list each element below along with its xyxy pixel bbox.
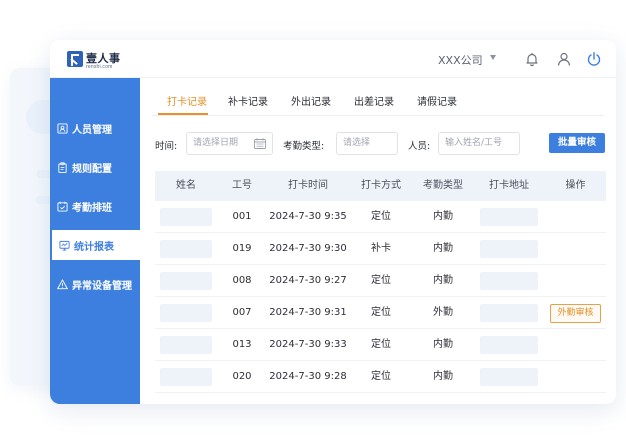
name-placeholder bbox=[160, 272, 212, 290]
header-clock-address: 打卡地址 bbox=[489, 180, 529, 191]
cell-employee-id: 008 bbox=[232, 275, 252, 286]
cell-attendance-type: 内勤 bbox=[433, 211, 453, 222]
header-employee-id: 工号 bbox=[232, 180, 252, 191]
batch-review-button[interactable]: 批量审核 bbox=[549, 133, 605, 153]
time-label: 时间: bbox=[155, 141, 178, 152]
brand-domain: renshi.com bbox=[86, 64, 113, 70]
name-placeholder bbox=[160, 240, 212, 258]
cell-clock-method: 定位 bbox=[371, 371, 391, 382]
tab-divider bbox=[152, 115, 604, 116]
sidebar-item-scheduling[interactable]: 考勤排班 bbox=[50, 191, 140, 221]
attendance-type-label: 考勤类型: bbox=[283, 141, 325, 152]
header-attendance-type: 考勤类型 bbox=[423, 180, 463, 191]
header-name: 姓名 bbox=[176, 180, 196, 191]
warning-icon bbox=[57, 278, 68, 289]
table-row[interactable]: 007 2024-7-30 9:31 定位 外勤 外勤审核 bbox=[155, 297, 606, 329]
cell-employee-id: 007 bbox=[232, 307, 252, 318]
cell-employee-id: 020 bbox=[232, 371, 252, 382]
sidebar-item-label: 统计报表 bbox=[74, 241, 114, 253]
name-placeholder bbox=[160, 336, 212, 354]
cell-attendance-type: 外勤 bbox=[433, 307, 453, 318]
sidebar-item-label: 规则配置 bbox=[72, 163, 112, 175]
address-placeholder bbox=[480, 304, 538, 322]
cell-employee-id: 013 bbox=[232, 339, 252, 350]
clipboard-icon bbox=[58, 161, 67, 173]
cell-attendance-type: 内勤 bbox=[433, 339, 453, 350]
user-icon[interactable] bbox=[556, 51, 572, 67]
tab-supplement-records[interactable]: 补卡记录 bbox=[228, 93, 268, 108]
app-window: 壹人事 renshi.com XXX公司 人员管理 规则配置 考勤排班 统计报表… bbox=[50, 40, 616, 404]
table-row[interactable]: 008 2024-7-30 9:27 定位 内勤 bbox=[155, 265, 606, 297]
sidebar-item-reports[interactable]: 统计报表 bbox=[52, 230, 140, 260]
calendar-check-icon bbox=[57, 201, 68, 212]
tab-leave-records[interactable]: 请假记录 bbox=[417, 93, 457, 108]
address-placeholder bbox=[480, 272, 538, 290]
sidebar-item-label: 考勤排班 bbox=[72, 202, 112, 214]
top-bar: 壹人事 renshi.com XXX公司 bbox=[50, 40, 616, 78]
calendar-icon[interactable] bbox=[254, 138, 266, 149]
cell-attendance-type: 内勤 bbox=[433, 243, 453, 254]
date-picker-input[interactable]: 请选择日期 bbox=[186, 132, 273, 155]
sidebar: 人员管理 规则配置 考勤排班 统计报表 异常设备管理 bbox=[50, 78, 140, 404]
address-placeholder bbox=[480, 208, 538, 226]
chevron-down-icon[interactable] bbox=[490, 55, 496, 60]
cell-clock-method: 定位 bbox=[371, 211, 391, 222]
date-placeholder: 请选择日期 bbox=[193, 138, 239, 148]
tab-clock-records[interactable]: 打卡记录 bbox=[167, 93, 207, 108]
table-header: 姓名 工号 打卡时间 打卡方式 考勤类型 打卡地址 操作 bbox=[155, 171, 606, 201]
power-icon[interactable] bbox=[586, 51, 602, 67]
header-action: 操作 bbox=[565, 180, 586, 191]
address-placeholder bbox=[480, 336, 538, 354]
name-placeholder bbox=[160, 304, 212, 322]
name-placeholder bbox=[160, 368, 212, 386]
cell-employee-id: 001 bbox=[232, 211, 252, 222]
company-selector[interactable]: XXX公司 bbox=[438, 52, 483, 68]
address-placeholder bbox=[480, 240, 538, 258]
cell-employee-id: 019 bbox=[232, 243, 252, 254]
table-row[interactable]: 013 2024-7-30 9:33 定位 内勤 bbox=[155, 329, 606, 361]
sidebar-item-label: 人员管理 bbox=[72, 124, 112, 136]
bell-icon[interactable] bbox=[524, 51, 540, 67]
table-row[interactable]: 001 2024-7-30 9:35 定位 内勤 bbox=[155, 201, 606, 233]
header-clock-time: 打卡时间 bbox=[288, 180, 328, 191]
cell-attendance-type: 内勤 bbox=[433, 371, 453, 382]
tab-outing-records[interactable]: 外出记录 bbox=[291, 93, 331, 108]
header-clock-method: 打卡方式 bbox=[361, 180, 401, 191]
cell-clock-time: 2024-7-30 9:30 bbox=[269, 243, 347, 254]
cell-clock-time: 2024-7-30 9:33 bbox=[269, 339, 347, 350]
logo-icon bbox=[67, 51, 83, 67]
cell-clock-time: 2024-7-30 9:35 bbox=[269, 211, 347, 222]
sidebar-item-personnel[interactable]: 人员管理 bbox=[50, 113, 140, 143]
person-search-input[interactable]: 输入姓名/工号 bbox=[438, 132, 520, 155]
address-placeholder bbox=[480, 368, 538, 386]
sidebar-item-rules[interactable]: 规则配置 bbox=[50, 152, 140, 182]
sidebar-item-label: 异常设备管理 bbox=[72, 280, 132, 292]
cell-clock-time: 2024-7-30 9:27 bbox=[269, 275, 347, 286]
cell-clock-method: 定位 bbox=[371, 275, 391, 286]
name-placeholder bbox=[160, 208, 212, 226]
person-card-icon bbox=[57, 122, 68, 134]
sidebar-item-device-anomaly[interactable]: 异常设备管理 bbox=[50, 269, 140, 299]
cell-clock-time: 2024-7-30 9:31 bbox=[269, 307, 347, 318]
cell-clock-time: 2024-7-30 9:28 bbox=[269, 371, 347, 382]
cell-clock-method: 定位 bbox=[371, 307, 391, 318]
tab-business-trip-records[interactable]: 出差记录 bbox=[354, 93, 394, 108]
person-label: 人员: bbox=[408, 141, 431, 152]
field-review-button[interactable]: 外勤审核 bbox=[550, 304, 601, 323]
cell-clock-method: 定位 bbox=[371, 339, 391, 350]
attendance-type-select[interactable]: 请选择 bbox=[336, 132, 398, 155]
main-content: 打卡记录 补卡记录 外出记录 出差记录 请假记录 时间: 请选择日期 考勤类型:… bbox=[140, 78, 616, 404]
cell-clock-method: 补卡 bbox=[371, 243, 391, 254]
table-row[interactable]: 019 2024-7-30 9:30 补卡 内勤 bbox=[155, 233, 606, 265]
cell-attendance-type: 内勤 bbox=[433, 275, 453, 286]
table-row[interactable]: 020 2024-7-30 9:28 定位 内勤 bbox=[155, 361, 606, 393]
chart-screen-icon bbox=[59, 240, 70, 251]
